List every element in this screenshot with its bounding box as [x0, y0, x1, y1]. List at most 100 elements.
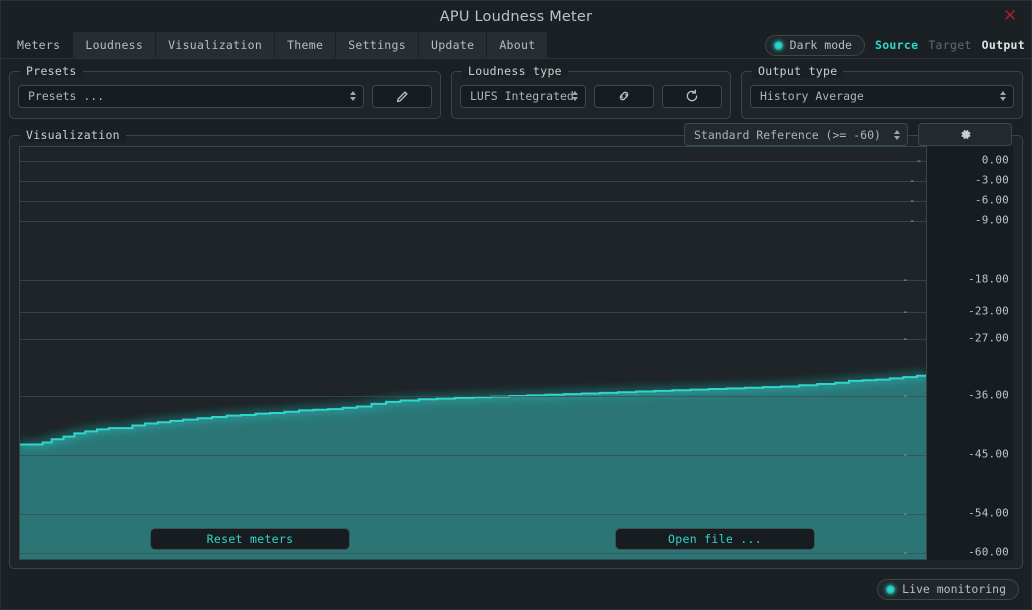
- y-axis-tick: - -27.00: [902, 331, 1009, 345]
- link-icon: [620, 91, 629, 101]
- io-link-source[interactable]: Source: [875, 38, 918, 52]
- y-axis-tick-label: -36.00: [968, 388, 1009, 402]
- chevron-updown-icon: [1000, 91, 1006, 101]
- output-type-legend: Output type: [752, 64, 844, 78]
- refresh-icon: [686, 89, 698, 102]
- tab-settings[interactable]: Settings: [336, 32, 418, 58]
- reset-meters-button[interactable]: Reset meters: [150, 528, 350, 550]
- status-bar: Live monitoring: [1, 569, 1031, 609]
- tab-label: Visualization: [168, 38, 263, 52]
- close-icon[interactable]: ✕: [997, 4, 1023, 28]
- y-axis-tick-label: -60.00: [968, 545, 1009, 559]
- tab-label: About: [499, 38, 536, 52]
- loudness-type-select[interactable]: LUFS Integrated: [460, 84, 587, 108]
- presets-select[interactable]: Presets ...: [18, 84, 364, 108]
- tick-dash-icon: -: [902, 331, 909, 345]
- gridline: [20, 221, 926, 222]
- visualization-group: Visualization Standard Reference (>= -60…: [9, 123, 1023, 569]
- y-axis-tick: - -3.00: [909, 174, 1009, 187]
- tab-about[interactable]: About: [487, 32, 548, 58]
- y-axis-tick-label: -9.00: [974, 213, 1009, 227]
- tab-label: Settings: [348, 38, 406, 52]
- tick-dash-icon: -: [902, 545, 909, 559]
- tick-dash-icon: -: [902, 447, 909, 461]
- chevron-updown-icon: [572, 91, 579, 101]
- tick-dash-icon: -: [908, 213, 916, 227]
- y-axis-tick-label: -18.00: [968, 272, 1009, 286]
- top-control-row: Presets Presets ... Loudness type LUFS I…: [1, 59, 1031, 119]
- y-axis-tick-label: -27.00: [968, 331, 1009, 345]
- gridline: [20, 201, 926, 202]
- presets-edit-button[interactable]: [372, 84, 432, 108]
- reference-select-value: Standard Reference (>= -60): [694, 127, 881, 142]
- io-link-target[interactable]: Target: [928, 38, 971, 52]
- title-bar: APU Loudness Meter ✕: [1, 1, 1031, 32]
- reference-select[interactable]: Standard Reference (>= -60): [684, 123, 908, 146]
- chart-series-svg: [20, 373, 926, 559]
- tick-dash-icon: -: [915, 153, 923, 167]
- presets-legend: Presets: [20, 64, 83, 78]
- presets-select-value: Presets ...: [28, 89, 105, 103]
- y-axis-tick: - -45.00: [902, 448, 1009, 461]
- visualization-settings-button[interactable]: [918, 123, 1012, 146]
- loudness-type-group: Loudness type LUFS Integrated: [451, 64, 731, 119]
- tab-label: Update: [430, 38, 475, 52]
- y-axis-tick: - -36.00: [902, 388, 1009, 402]
- y-axis-tick: - -23.00: [902, 304, 1009, 318]
- y-axis-tick: - -18.00: [902, 272, 1009, 286]
- y-axis-labels: - 0.00 - -3.00 - -6.00 - -9.00 - -18.00 - -23.00 - -2…: [902, 146, 1013, 560]
- pencil-icon: [396, 91, 407, 102]
- tab-loudness[interactable]: Loudness: [73, 32, 156, 58]
- plot-area: - 0.00 - -3.00 - -6.00 - -9.00 - -18.00 - -23.00 - -2…: [19, 146, 1013, 560]
- y-axis-tick: - -6.00: [909, 193, 1009, 207]
- gridline: [20, 339, 926, 340]
- y-axis-tick-label: -6.00: [974, 193, 1009, 207]
- gridline: [20, 514, 926, 515]
- gear-icon: [960, 129, 971, 140]
- gridline: [20, 181, 926, 182]
- tab-meters[interactable]: Meters: [5, 32, 73, 58]
- tab-label: Theme: [287, 38, 324, 52]
- chevron-updown-icon: [894, 129, 900, 140]
- tick-dash-icon: -: [908, 173, 916, 187]
- toggle-led-icon: [773, 40, 783, 50]
- gridline: [20, 161, 926, 162]
- tick-dash-icon: -: [902, 506, 909, 520]
- dark-mode-toggle[interactable]: Dark mode: [764, 34, 865, 56]
- output-type-select[interactable]: History Average: [750, 84, 1014, 108]
- tab-label: Meters: [17, 38, 61, 52]
- visualization-header-controls: Standard Reference (>= -60): [684, 123, 1012, 146]
- y-axis-tick-label: -23.00: [968, 304, 1009, 318]
- tick-dash-icon: -: [902, 304, 909, 318]
- tab-theme[interactable]: Theme: [275, 32, 336, 58]
- tab-visualization[interactable]: Visualization: [156, 32, 275, 58]
- tick-dash-icon: -: [908, 193, 916, 207]
- gridline: [20, 312, 926, 313]
- open-file-button[interactable]: Open file ...: [615, 528, 815, 550]
- tick-dash-icon: -: [902, 388, 909, 402]
- chevron-updown-icon: [350, 91, 356, 101]
- y-axis-tick: - -60.00: [902, 545, 1009, 559]
- tick-dash-icon: -: [902, 272, 909, 286]
- tab-update[interactable]: Update: [418, 32, 487, 58]
- loudness-reset-button[interactable]: [662, 84, 722, 108]
- loudness-type-value: LUFS Integrated: [470, 89, 574, 103]
- y-axis-tick: - -9.00: [909, 213, 1009, 227]
- window-title: APU Loudness Meter: [439, 8, 593, 25]
- y-axis-tick-label: -54.00: [968, 506, 1009, 520]
- gridline: [20, 553, 926, 554]
- app-window: APU Loudness Meter ✕ Meters Loudness Visua…: [0, 0, 1032, 610]
- io-link-output[interactable]: Output: [982, 38, 1025, 52]
- loudness-history-chart[interactable]: [19, 146, 927, 560]
- loudness-type-legend: Loudness type: [462, 64, 568, 78]
- tabs-container: Meters Loudness Visualization Theme Settings…: [5, 32, 548, 58]
- live-monitoring-label: Live monitoring: [902, 582, 1006, 596]
- tab-label: Loudness: [85, 38, 144, 52]
- y-axis-tick: - 0.00: [916, 154, 1009, 167]
- tab-bar: Meters Loudness Visualization Theme Settings…: [1, 32, 1031, 59]
- output-type-body: History Average: [750, 82, 1014, 110]
- gridline: [20, 280, 926, 281]
- dark-mode-label: Dark mode: [789, 38, 852, 52]
- loudness-link-button[interactable]: [594, 84, 655, 108]
- live-monitoring-toggle[interactable]: Live monitoring: [877, 578, 1019, 600]
